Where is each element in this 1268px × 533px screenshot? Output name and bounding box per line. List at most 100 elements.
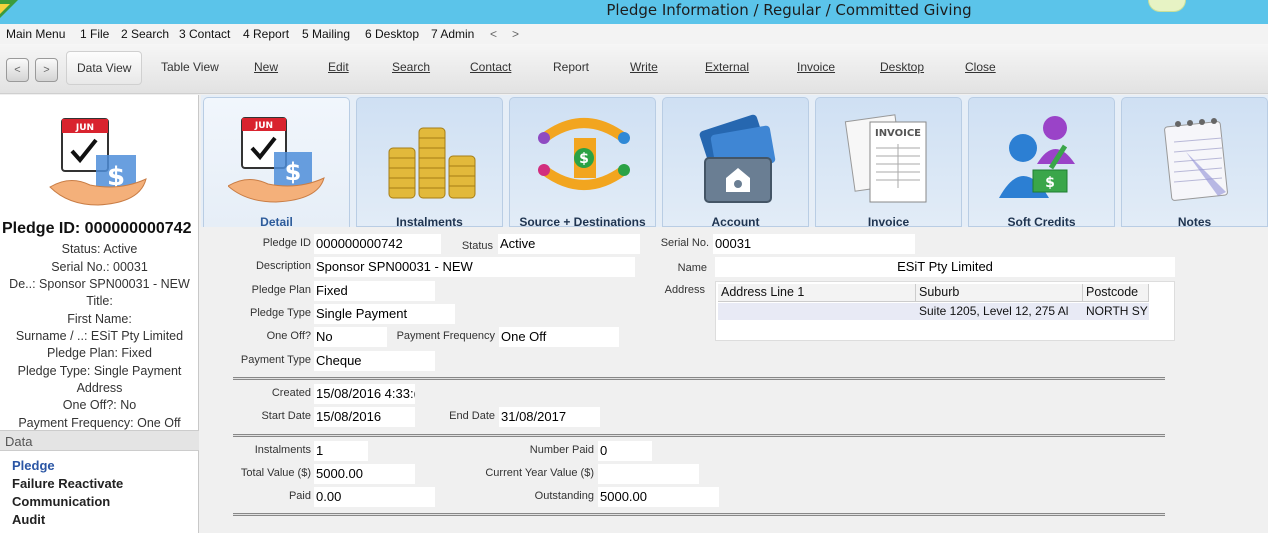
- one-off-field[interactable]: No: [314, 327, 387, 347]
- tab-instalments[interactable]: Instalments: [356, 97, 503, 229]
- address-col-postcode[interactable]: Postcode: [1083, 284, 1149, 302]
- one-off-label: One Off?: [266, 330, 311, 342]
- tab-invoice[interactable]: INVOICE Invoice: [815, 97, 962, 229]
- description-field[interactable]: Sponsor SPN00031 - NEW: [314, 257, 635, 277]
- serial-label: Serial No.: [660, 237, 709, 249]
- name-field[interactable]: ESiT Pty Limited: [715, 257, 1175, 277]
- instalments-field[interactable]: 1: [314, 441, 368, 461]
- report-button[interactable]: Report: [553, 60, 589, 74]
- desktop-button[interactable]: Desktop: [880, 60, 924, 74]
- summary-title: Title:: [86, 294, 113, 308]
- svg-text:$: $: [579, 151, 589, 167]
- contact-button[interactable]: Contact: [470, 60, 511, 74]
- notepad-icon: [1164, 118, 1228, 201]
- forward-button[interactable]: >: [35, 58, 58, 82]
- address-cell-suburb[interactable]: Suite 1205, Level 12, 275 Al: [916, 303, 1083, 320]
- nav-failure-reactivate[interactable]: Failure Reactivate: [12, 476, 123, 491]
- address-table: Address Line 1 Suburb Postcode Suite 120…: [715, 281, 1175, 341]
- summary-status: Status: Active: [61, 242, 138, 256]
- pledge-type-field[interactable]: Single Payment: [314, 304, 455, 324]
- tab-notes[interactable]: Notes: [1121, 97, 1268, 229]
- tab-detail[interactable]: JUN $ Detail: [203, 97, 350, 229]
- svg-text:JUN: JUN: [254, 121, 273, 131]
- status-field[interactable]: Active: [498, 234, 640, 254]
- summary-frequency: Payment Frequency: One Off: [18, 416, 181, 430]
- address-cell-line1[interactable]: [718, 303, 916, 320]
- payment-frequency-field[interactable]: One Off: [499, 327, 619, 347]
- address-label: Address: [664, 284, 705, 296]
- summary-address: Address: [76, 381, 123, 395]
- number-paid-label: Number Paid: [529, 444, 594, 456]
- tab-source-destinations[interactable]: $ Source + Destinations: [509, 97, 656, 229]
- menu-main[interactable]: Main Menu: [6, 27, 65, 41]
- summary-description: De..: Sponsor SPN00031 - NEW: [9, 277, 190, 291]
- paid-label: Paid: [288, 490, 311, 502]
- outstanding-field[interactable]: 5000.00: [598, 487, 719, 507]
- data-view-button[interactable]: Data View: [66, 51, 143, 85]
- svg-text:INVOICE: INVOICE: [875, 128, 921, 139]
- back-button[interactable]: <: [6, 58, 29, 82]
- invoice-button[interactable]: Invoice: [797, 60, 835, 74]
- external-button[interactable]: External: [705, 60, 749, 74]
- pledge-id-field[interactable]: 000000000742: [314, 234, 441, 254]
- payment-type-label: Payment Type: [240, 354, 311, 366]
- address-col-suburb[interactable]: Suburb: [916, 284, 1083, 302]
- total-value-field[interactable]: 5000.00: [314, 464, 415, 484]
- menu-contact[interactable]: 3 Contact: [179, 27, 230, 41]
- menu-admin[interactable]: 7 Admin: [431, 27, 474, 41]
- pledge-plan-label: Pledge Plan: [251, 284, 311, 296]
- payment-type-field[interactable]: Cheque: [314, 351, 435, 371]
- nav-communication[interactable]: Communication: [12, 494, 110, 509]
- new-button[interactable]: New: [254, 60, 278, 74]
- table-view-button[interactable]: Table View: [161, 60, 219, 74]
- menu-forward[interactable]: >: [512, 27, 519, 41]
- menu-search[interactable]: 2 Search: [121, 27, 169, 41]
- paid-field[interactable]: 0.00: [314, 487, 435, 507]
- menu-desktop[interactable]: 6 Desktop: [365, 27, 419, 41]
- nav-pledge[interactable]: Pledge: [12, 458, 55, 473]
- wallet-card-icon: [699, 114, 776, 203]
- pledge-id-label: Pledge ID: [262, 237, 311, 249]
- tab-account[interactable]: Account: [662, 97, 809, 229]
- current-year-value-label: Current Year Value ($): [485, 467, 594, 479]
- menu-back[interactable]: <: [490, 27, 497, 41]
- address-col-line1[interactable]: Address Line 1: [718, 284, 916, 302]
- summary-type: Pledge Type: Single Payment: [17, 364, 182, 378]
- svg-text:JUN: JUN: [75, 123, 94, 133]
- window-orb-icon: [1148, 0, 1186, 12]
- close-button[interactable]: Close: [965, 60, 996, 74]
- search-button[interactable]: Search: [392, 60, 430, 74]
- summary-surname: Surname / ..: ESiT Pty Limited: [15, 329, 184, 343]
- menu-report[interactable]: 4 Report: [243, 27, 289, 41]
- svg-text:$: $: [1045, 175, 1055, 191]
- window-title: Pledge Information / Regular / Committed…: [606, 1, 972, 19]
- created-field[interactable]: 15/08/2016 4:33:(: [314, 384, 415, 404]
- pledge-type-label: Pledge Type: [250, 307, 311, 319]
- address-cell-postcode[interactable]: NORTH SY: [1083, 303, 1149, 320]
- name-label: Name: [677, 262, 707, 274]
- end-date-field[interactable]: 31/08/2017: [499, 407, 600, 427]
- edit-button[interactable]: Edit: [328, 60, 349, 74]
- current-year-value-field[interactable]: [598, 464, 699, 484]
- tab-soft-credits[interactable]: $ Soft Credits: [968, 97, 1115, 229]
- pledge-plan-field[interactable]: Fixed: [314, 281, 435, 301]
- end-date-label: End Date: [449, 410, 495, 422]
- data-section-header: Data: [0, 430, 199, 451]
- write-button[interactable]: Write: [630, 60, 658, 74]
- nav-audit[interactable]: Audit: [12, 512, 45, 527]
- start-date-field[interactable]: 15/08/2016: [314, 407, 415, 427]
- title-bar: Pledge Information / Regular / Committed…: [0, 0, 1268, 24]
- description-label: Description: [255, 260, 311, 272]
- payment-frequency-label: Payment Frequency: [396, 330, 495, 342]
- instalments-label: Instalments: [254, 444, 311, 456]
- summary-oneoff: One Off?: No: [62, 398, 137, 412]
- invoice-icon: INVOICE: [844, 114, 927, 203]
- separator-3: [233, 513, 1165, 516]
- outstanding-label: Outstanding: [534, 490, 594, 502]
- menu-file[interactable]: 1 File: [80, 27, 109, 41]
- serial-field[interactable]: 00031: [713, 234, 915, 254]
- status-label: Status: [461, 240, 493, 252]
- menu-mailing[interactable]: 5 Mailing: [302, 27, 350, 41]
- number-paid-field[interactable]: 0: [598, 441, 652, 461]
- pledge-detail-form: Pledge ID 000000000742 Status Active Ser…: [201, 227, 1268, 533]
